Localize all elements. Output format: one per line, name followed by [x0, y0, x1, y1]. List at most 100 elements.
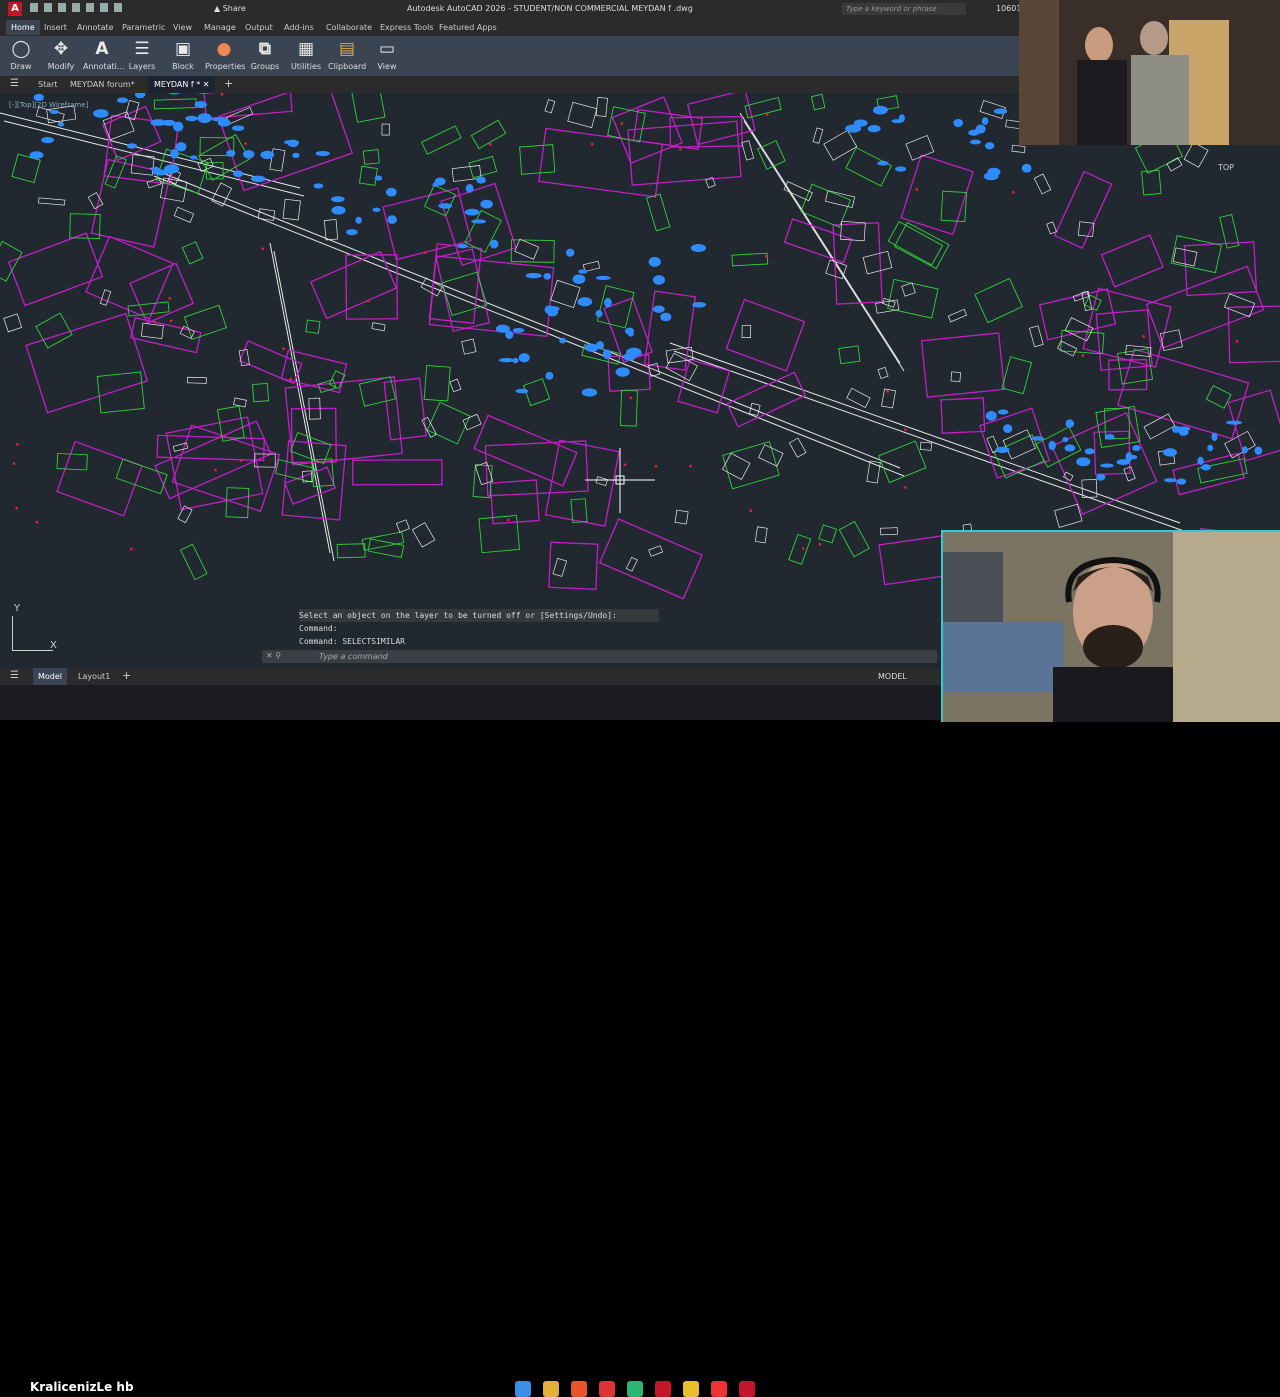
redo-icon[interactable]	[114, 3, 122, 12]
groups-button[interactable]: ⧉ Groups	[246, 38, 284, 74]
file-explorer-icon[interactable]	[543, 1381, 559, 1397]
close-icon[interactable]: ✕	[203, 80, 210, 89]
opera-icon[interactable]	[711, 1381, 727, 1397]
tab-collaborate[interactable]: Collaborate	[326, 23, 372, 32]
search-input[interactable]: Type a keyword or phrase	[842, 3, 966, 15]
building-footprint	[788, 533, 812, 565]
tree-hatch	[197, 113, 212, 124]
building-detail	[544, 99, 556, 114]
building-detail	[552, 557, 568, 577]
windows-start-icon[interactable]	[515, 1381, 531, 1397]
building-footprint	[362, 149, 380, 165]
tree-hatch	[1226, 420, 1243, 425]
parcel-outline	[383, 377, 427, 441]
tree-hatch	[572, 274, 586, 285]
draw-icon: ◯	[11, 39, 31, 59]
application-menu-icon[interactable]: ☰	[10, 78, 19, 89]
app-logo-icon[interactable]: A	[8, 2, 22, 16]
building-detail	[461, 338, 477, 355]
building-footprint	[305, 319, 321, 334]
tab-model[interactable]: Model	[33, 668, 68, 685]
tab-output[interactable]: Output	[245, 23, 273, 32]
open-icon[interactable]	[44, 3, 52, 12]
share-button[interactable]: ▲ Share	[214, 4, 246, 13]
close-icon[interactable]: ✕ ⚲	[266, 651, 281, 660]
building-footprint	[810, 93, 826, 111]
tab-add-ins[interactable]: Add-ins	[284, 23, 314, 32]
chrome-icon[interactable]	[683, 1381, 699, 1397]
tree-hatch	[565, 248, 575, 257]
building-footprint	[940, 190, 968, 223]
layers-button[interactable]: ☰ Layers	[123, 38, 161, 74]
layout-menu-icon[interactable]: ☰	[10, 670, 19, 681]
app-icon[interactable]	[599, 1381, 615, 1397]
tab-start[interactable]: Start	[38, 80, 58, 89]
new-icon[interactable]	[30, 3, 38, 12]
annotation-button[interactable]: A Annotati...	[83, 38, 125, 74]
autocad-taskbar-icon[interactable]	[739, 1381, 755, 1397]
tab-view[interactable]: View	[173, 23, 192, 32]
tree-hatch	[983, 172, 999, 181]
tree-hatch	[997, 409, 1009, 415]
survey-point	[1081, 354, 1085, 357]
survey-point	[629, 396, 633, 400]
building-detail	[381, 123, 390, 136]
building-detail	[1166, 157, 1183, 172]
plot-icon[interactable]	[86, 3, 94, 12]
acrobat-icon[interactable]	[655, 1381, 671, 1397]
building-footprint	[838, 520, 870, 558]
tree-hatch	[313, 183, 324, 189]
tab-insert[interactable]: Insert	[44, 23, 67, 32]
tree-hatch	[690, 244, 707, 252]
tab-home[interactable]: Home	[6, 20, 40, 35]
survey-point	[590, 142, 594, 146]
tab-meydan-f[interactable]: MEYDAN f * ✕	[148, 76, 216, 93]
tab-annotate[interactable]: Annotate	[77, 23, 114, 32]
building-footprint	[1141, 169, 1162, 196]
road-line	[739, 112, 901, 364]
building-detail	[38, 197, 66, 206]
chat-icon[interactable]	[627, 1381, 643, 1397]
parcel-outline	[632, 108, 704, 150]
clipboard-button[interactable]: ▤ Clipboard	[328, 38, 366, 74]
survey-point	[765, 254, 768, 258]
view-button[interactable]: ▭ View	[368, 38, 406, 74]
properties-button[interactable]: ● Properties	[205, 38, 245, 74]
building-detail	[812, 127, 824, 144]
tab-layout1[interactable]: Layout1	[78, 672, 110, 681]
building-footprint	[522, 378, 551, 407]
tab-meydan-forum[interactable]: MEYDAN forum*	[70, 80, 135, 89]
building-footprint	[1205, 385, 1232, 409]
building-detail	[905, 135, 935, 161]
tree-hatch	[432, 182, 440, 187]
model-space-toggle[interactable]: MODEL	[878, 672, 907, 681]
tab-parametric[interactable]: Parametric	[122, 23, 165, 32]
save-as-icon[interactable]	[72, 3, 80, 12]
tree-hatch	[346, 229, 358, 236]
tree-hatch	[1241, 446, 1248, 454]
survey-point	[623, 463, 627, 467]
tree-hatch	[559, 337, 567, 344]
draw-button[interactable]: ◯ Draw	[2, 38, 40, 74]
building-footprint	[731, 252, 769, 267]
command-input[interactable]: Type a command	[319, 652, 388, 661]
modify-button[interactable]: ✥ Modify	[42, 38, 80, 74]
save-icon[interactable]	[58, 3, 66, 12]
tab-featured-apps[interactable]: Featured Apps	[439, 23, 497, 32]
new-tab-icon[interactable]: +	[224, 77, 233, 90]
parcel-outline	[7, 232, 104, 307]
tab-express-tools[interactable]: Express Tools	[380, 23, 434, 32]
building-detail	[35, 106, 65, 124]
building-footprint	[183, 304, 228, 340]
viewport-controls[interactable]: [-][Top][2D Wireframe]	[9, 101, 88, 109]
add-layout-icon[interactable]: +	[122, 669, 131, 682]
brave-icon[interactable]	[571, 1381, 587, 1397]
tab-manage[interactable]: Manage	[204, 23, 236, 32]
parcel-outline	[1172, 452, 1246, 496]
building-footprint	[1001, 356, 1033, 395]
tree-hatch	[41, 136, 54, 144]
viewcube-label: TOP	[1217, 163, 1234, 172]
block-button[interactable]: ▣ Block	[164, 38, 202, 74]
utilities-button[interactable]: ▦ Utilities	[287, 38, 325, 74]
undo-icon[interactable]	[100, 3, 108, 12]
